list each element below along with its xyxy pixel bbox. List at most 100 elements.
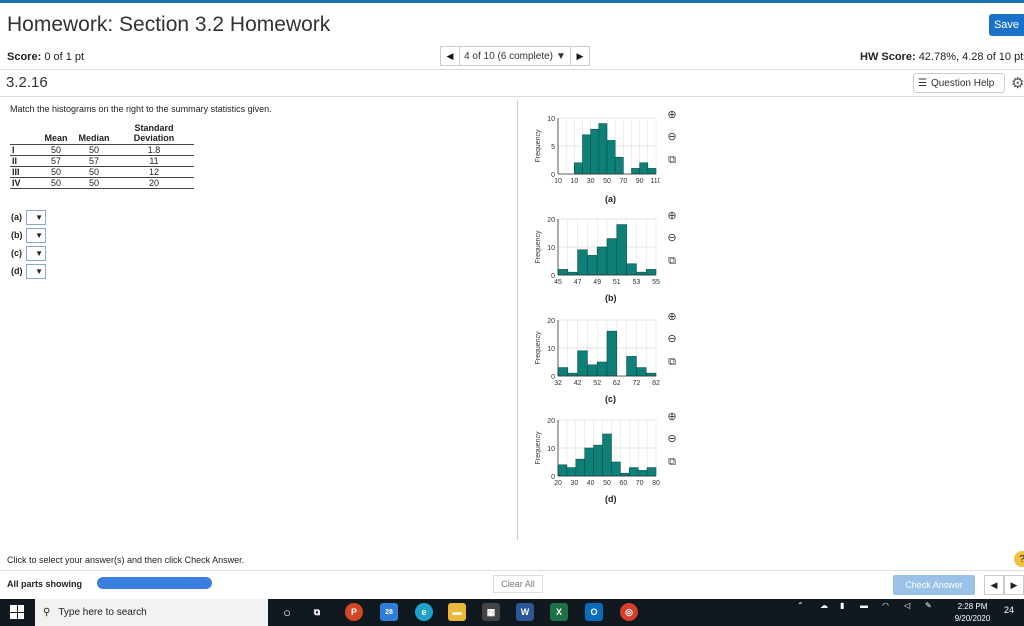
sd-cell: 12 (114, 166, 194, 178)
summary-stats-table: Mean Median Standard Deviation I 50 50 1… (10, 122, 194, 189)
search-icon: ⚲ (43, 607, 51, 618)
zoom-in-icon[interactable]: ⊕ (664, 106, 680, 122)
edge-icon[interactable]: e (415, 603, 433, 621)
y-tick-label: 10 (547, 446, 555, 453)
mean-cell: 50 (38, 166, 74, 178)
taskbar-clock[interactable]: 2:28 PM 9/20/2020 (945, 601, 1000, 625)
answer-select-d[interactable]: ▼ (26, 263, 46, 279)
parts-showing-label: All parts showing (7, 579, 83, 589)
histogram-a-label: (a) (605, 194, 616, 204)
excel-icon[interactable]: X (550, 603, 568, 621)
zoom-in-icon[interactable]: ⊕ (664, 308, 680, 324)
next-question-button[interactable]: ▶ (570, 46, 590, 66)
clock-date: 9/20/2020 (954, 614, 991, 623)
clear-all-button[interactable]: Clear All (493, 575, 543, 593)
histogram-bar (631, 168, 640, 175)
sd-cell: 1.8 (114, 144, 194, 156)
notification-icon[interactable]: 24 (1004, 605, 1014, 615)
battery-icon[interactable]: ▬ (860, 601, 868, 610)
y-tick-label: 10 (547, 346, 555, 353)
table-header (10, 122, 38, 145)
histogram-bar (587, 255, 598, 276)
answer-select-a[interactable]: ▼ (26, 209, 46, 225)
tray-chevron-icon[interactable]: ⌃ (797, 601, 804, 610)
outlook-icon[interactable]: O (585, 603, 603, 621)
score: Score: 0 of 1 pt (7, 51, 84, 63)
powerpoint-icon[interactable]: P (345, 603, 363, 621)
x-tick-label: 110 (650, 178, 660, 185)
cortana-icon[interactable]: ○ (278, 603, 296, 621)
prev-question-button[interactable]: ◀ (440, 46, 460, 66)
open-new-window-icon[interactable]: ⧉ (664, 454, 680, 470)
mail-icon[interactable]: 28 (380, 603, 398, 621)
answer-select-c[interactable]: ▼ (26, 245, 46, 261)
mean-cell: 50 (38, 144, 74, 156)
check-answer-button[interactable]: Check Answer (893, 575, 975, 595)
open-new-window-icon[interactable]: ⧉ (664, 354, 680, 370)
save-button[interactable]: Save (989, 14, 1024, 36)
gear-icon[interactable]: ⚙ (1011, 74, 1024, 92)
x-tick-label: 10 (554, 178, 562, 185)
zoom-out-icon[interactable]: ⊖ (664, 330, 680, 346)
histogram-a-svg: 051010 10 30 50 70 90 110Frequency (535, 116, 660, 185)
zoom-in-icon[interactable]: ⊕ (664, 408, 680, 424)
open-new-window-icon[interactable]: ⧉ (664, 253, 680, 269)
wifi-icon[interactable]: ◠ (882, 601, 889, 610)
zoom-out-icon[interactable]: ⊖ (664, 430, 680, 446)
y-tick-label: 10 (547, 245, 555, 252)
zoom-in-icon[interactable]: ⊕ (664, 207, 680, 223)
histogram-bar (606, 140, 616, 175)
prev-question-footer-button[interactable]: ◀ (984, 575, 1004, 595)
x-tick-label: 51 (613, 279, 621, 286)
question-select[interactable]: 4 of 10 (6 complete) ▼ (460, 46, 570, 66)
taskbar-search[interactable]: ⚲ Type here to search (35, 599, 268, 626)
x-tick-label: 40 (587, 480, 595, 487)
histogram-bar (611, 461, 621, 477)
clock-time: 2:28 PM (957, 602, 988, 611)
usb-icon[interactable]: ▮ (840, 601, 844, 610)
question-instruction: Match the histograms on the right to the… (10, 104, 272, 114)
median-cell: 50 (74, 144, 114, 156)
chrome-icon[interactable]: ◎ (620, 603, 638, 621)
y-tick-label: 20 (547, 418, 555, 425)
table-header: Mean (44, 133, 68, 143)
volume-icon[interactable]: ◁ (904, 601, 910, 610)
histogram-d: 0 10 20 20 30 40 50 60 70 80 Frequency (d) ⊕ ⊖ ⧉ (530, 411, 680, 514)
zoom-out-icon[interactable]: ⊖ (664, 229, 680, 245)
question-select-label: 4 of 10 (6 complete) (464, 50, 554, 62)
table-row: III 50 50 12 (10, 166, 194, 178)
store-icon[interactable]: ▦ (482, 603, 500, 621)
question-help-label: Question Help (930, 77, 995, 89)
y-axis-label: Frequency (535, 129, 542, 163)
zoom-out-icon[interactable]: ⊖ (664, 128, 680, 144)
pen-icon[interactable]: ✎ (925, 601, 932, 610)
next-question-footer-button[interactable]: ▶ (1004, 575, 1024, 595)
page-title: Homework: Section 3.2 Homework (7, 13, 331, 36)
question-help-button[interactable]: ☰ Question Help (913, 73, 1005, 93)
histogram-bar (593, 444, 603, 477)
answer-row: (a) ▼ (11, 208, 46, 226)
help-icon[interactable]: ? (1014, 551, 1024, 567)
onedrive-icon[interactable]: ☁ (820, 601, 828, 610)
column-divider (517, 100, 518, 540)
score-label: Score: (7, 51, 42, 63)
task-view-icon[interactable]: ⧉ (308, 603, 326, 621)
word-icon[interactable]: W (516, 603, 534, 621)
chevron-right-icon: ▶ (576, 50, 584, 61)
answer-label: (a) (11, 212, 22, 222)
row-label: III (10, 166, 38, 178)
histogram-bar (626, 263, 637, 276)
windows-start-icon[interactable] (10, 605, 24, 619)
histogram-bar (577, 249, 588, 276)
divider (0, 96, 1024, 97)
answer-select-b[interactable]: ▼ (26, 227, 46, 243)
table-header: Median (78, 133, 110, 143)
median-cell: 50 (74, 177, 114, 189)
y-axis-label: Frequency (535, 230, 542, 264)
y-tick-label: 20 (547, 217, 555, 224)
y-tick-label: 20 (547, 318, 555, 325)
histogram-bar (567, 271, 578, 276)
file-explorer-icon[interactable]: ▬ (448, 603, 466, 621)
histogram-d-label: (d) (605, 494, 617, 504)
open-new-window-icon[interactable]: ⧉ (664, 152, 680, 168)
